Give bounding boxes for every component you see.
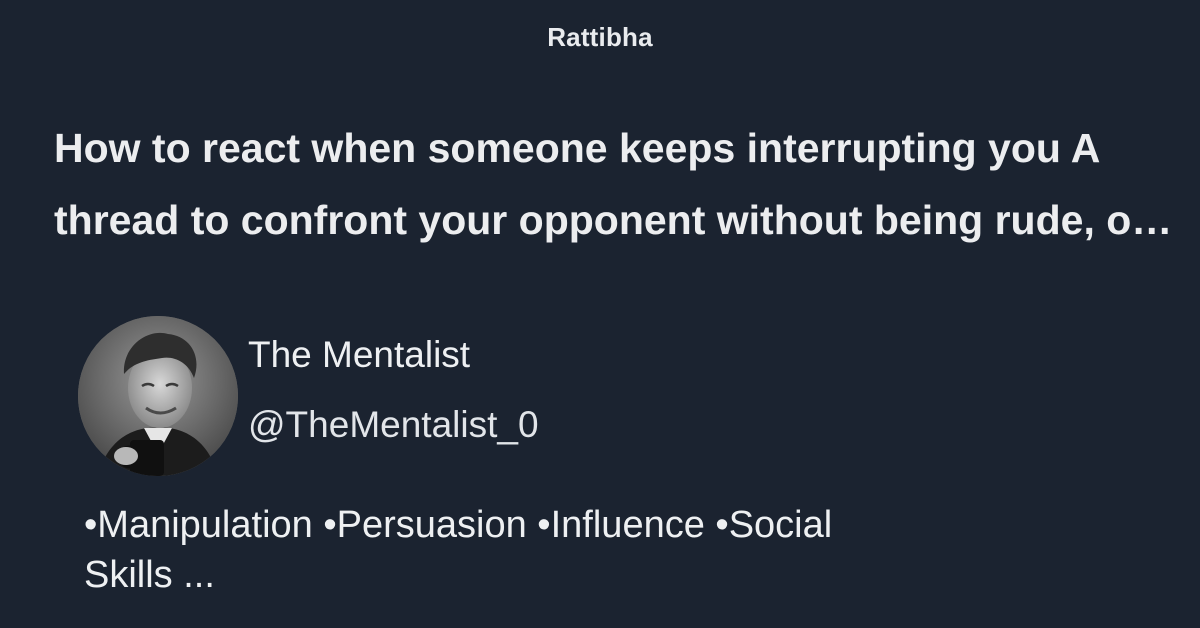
author-handle[interactable]: @TheMentalist_0 xyxy=(248,404,539,446)
author-name[interactable]: The Mentalist xyxy=(248,334,470,376)
author-bio: •Manipulation •Persuasion •Influence •So… xyxy=(84,500,984,600)
thread-title: How to react when someone keeps interrup… xyxy=(54,125,1148,243)
author-card[interactable]: The Mentalist @TheMentalist_0 xyxy=(78,316,978,476)
site-brand[interactable]: Rattibha xyxy=(0,22,1200,53)
bio-line: Skills ... xyxy=(84,554,215,596)
profile-photo-icon xyxy=(78,316,238,476)
bio-line: •Manipulation •Persuasion •Influence •So… xyxy=(84,504,833,546)
avatar[interactable] xyxy=(78,316,238,476)
